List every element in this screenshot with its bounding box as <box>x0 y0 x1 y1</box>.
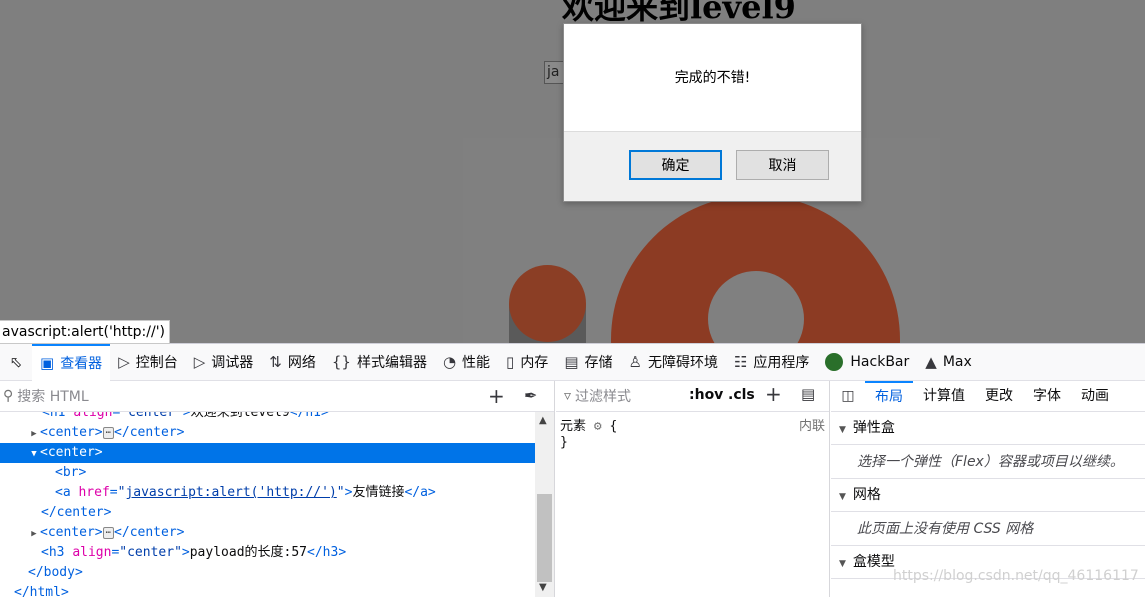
tab-animations[interactable]: 动画 <box>1071 381 1119 412</box>
tree-scrollbar[interactable]: ▲ ▼ <box>535 412 554 597</box>
tab-max[interactable]: ▲ Max <box>917 344 980 381</box>
chevron-down-icon: ▼ <box>839 425 846 435</box>
tree-line-a[interactable]: <a href="javascript:alert('http://')">友情… <box>0 483 535 503</box>
dom-tree: <h1 align="center">欢迎来到level9</h1> ▶ <cen… <box>0 412 535 597</box>
tab-network[interactable]: ⇅ 网络 <box>261 344 324 381</box>
storage-icon: ▤ <box>564 353 579 371</box>
tab-accessibility[interactable]: ♙ 无障碍环境 <box>621 344 726 381</box>
search-icon: ⚲ <box>3 388 14 404</box>
grid-message: 此页面上没有使用 CSS 网格 <box>831 512 1145 546</box>
max-icon: ▲ <box>925 353 937 371</box>
tree-line-center-selected[interactable]: ▼ <center> <box>0 443 535 463</box>
tree-line-center-1[interactable]: ▶ <center> ⋯ </center> <box>0 423 535 443</box>
ok-button[interactable]: 确定 <box>629 150 722 180</box>
print-simulation-icon[interactable]: ▤ <box>801 385 815 403</box>
cancel-button[interactable]: 取消 <box>736 150 829 180</box>
devtools-panel: ⬁ ▣ 查看器 ▷ 控制台 ▷ 调试器 ⇅ 网络 {} 样式编辑器 ◔ 性能 ▯ 内存 ▤ 存储… <box>0 343 1145 597</box>
scrollbar-thumb[interactable] <box>537 494 552 582</box>
element-rule-close: } <box>560 435 568 450</box>
collapse-icon[interactable]: ▼ <box>28 444 40 464</box>
gear-icon[interactable]: ⚙ <box>594 419 602 434</box>
tab-fonts[interactable]: 字体 <box>1023 381 1071 412</box>
tab-storage[interactable]: ▤ 存储 <box>556 344 620 381</box>
style-filter-input[interactable]: 过滤样式 <box>575 386 631 406</box>
accessibility-icon: ♙ <box>628 353 642 371</box>
page-viewport: 欢迎来到level9 ja 完成的不错! 确定 取消 <box>0 0 1145 343</box>
style-editor-icon: {} <box>331 353 351 371</box>
console-icon: ▷ <box>118 353 130 371</box>
html-search-input[interactable]: 搜索 HTML <box>17 386 88 406</box>
markup-view: ⚲ 搜索 HTML + ✒ <h1 align="center">欢迎来到lev… <box>0 381 555 597</box>
html-search-bar[interactable]: ⚲ 搜索 HTML + ✒ <box>0 381 554 412</box>
devtools-toolbar: ⬁ ▣ 查看器 ▷ 控制台 ▷ 调试器 ⇅ 网络 {} 样式编辑器 ◔ 性能 ▯ 内存 ▤ 存储… <box>0 343 1145 381</box>
tab-application[interactable]: ☷ 应用程序 <box>726 344 817 381</box>
tab-changes[interactable]: 更改 <box>975 381 1023 412</box>
alert-dialog: 完成的不错! 确定 取消 <box>563 23 862 202</box>
dialog-message: 完成的不错! <box>564 24 861 132</box>
chevron-down-icon: ▼ <box>839 559 846 569</box>
collapsed-ellipsis-icon[interactable]: ⋯ <box>102 426 115 439</box>
tab-memory[interactable]: ▯ 内存 <box>498 344 556 381</box>
tree-line-body-close[interactable]: </body> <box>0 563 535 583</box>
toggle-pane-icon[interactable]: ◫ <box>831 388 865 404</box>
add-rule-icon[interactable]: + <box>765 382 782 406</box>
payload-input[interactable]: ja <box>544 61 564 84</box>
expand-icon[interactable]: ▶ <box>28 524 40 544</box>
tab-layout[interactable]: 布局 <box>865 380 913 412</box>
inspector-icon: ▣ <box>40 354 55 372</box>
filter-icon: ▿ <box>564 388 572 404</box>
tab-inspector[interactable]: ▣ 查看器 <box>32 343 111 381</box>
section-grid[interactable]: ▼ 网格 <box>831 479 1145 512</box>
tab-console[interactable]: ▷ 控制台 <box>110 344 186 381</box>
hackbar-icon <box>825 353 844 371</box>
tree-line-h3[interactable]: <h3 align="center">payload的长度:57</h3> <box>0 543 535 563</box>
chevron-down-icon: ▼ <box>839 492 846 502</box>
tree-line-h1[interactable]: <h1 align="center">欢迎来到level9</h1> <box>0 412 535 423</box>
rules-view: ▿ 过滤样式 :hov .cls + ▤ 元素 ⚙ { } 内联 <box>556 381 830 597</box>
tree-line-center-2[interactable]: ▶ <center> ⋯ </center> <box>0 523 535 543</box>
tree-line-br[interactable]: <br> <box>0 463 535 483</box>
tree-line-center-close[interactable]: </center> <box>0 503 535 523</box>
expand-icon[interactable]: ▶ <box>28 424 40 444</box>
add-node-icon[interactable]: + <box>488 384 505 408</box>
tree-line-html-close[interactable]: </html> <box>0 583 535 597</box>
cls-toggle[interactable]: .cls <box>728 387 755 403</box>
ball-graphic <box>509 265 586 342</box>
collapsed-ellipsis-icon[interactable]: ⋯ <box>102 526 115 539</box>
section-flexbox[interactable]: ▼ 弹性盒 <box>831 412 1145 445</box>
sidebar-tabs: ◫ 布局 计算值 更改 字体 动画 <box>831 380 1145 412</box>
inline-label: 内联 <box>798 419 825 434</box>
tab-style-editor[interactable]: {} 样式编辑器 <box>324 344 435 381</box>
memory-icon: ▯ <box>506 353 515 371</box>
hov-toggle[interactable]: :hov <box>689 387 723 403</box>
tab-debugger[interactable]: ▷ 调试器 <box>186 344 262 381</box>
tab-hackbar[interactable]: HackBar <box>817 344 917 381</box>
eyedropper-icon[interactable]: ✒ <box>524 386 537 405</box>
flexbox-message: 选择一个弹性（Flex）容器或项目以继续。 <box>831 445 1145 479</box>
scroll-up-icon[interactable]: ▲ <box>539 415 547 426</box>
debugger-icon: ▷ <box>193 353 206 371</box>
tab-performance[interactable]: ◔ 性能 <box>435 344 498 381</box>
style-filter-bar[interactable]: ▿ 过滤样式 :hov .cls + ▤ <box>556 381 829 412</box>
status-bar-url: avascript:alert('http://') <box>0 320 171 344</box>
layout-sidebar: ◫ 布局 计算值 更改 字体 动画 ▼ 弹性盒 选择一个弹性（Flex）容器或项目… <box>831 380 1145 597</box>
element-rule[interactable]: 元素 ⚙ { <box>560 415 617 434</box>
watermark: https://blog.csdn.net/qq_46116117 <box>893 568 1139 584</box>
scroll-down-icon[interactable]: ▼ <box>539 582 547 593</box>
network-icon: ⇅ <box>269 353 282 371</box>
performance-icon: ◔ <box>442 353 457 371</box>
application-icon: ☷ <box>733 353 748 371</box>
element-picker-icon[interactable]: ⬁ <box>0 344 32 381</box>
tab-computed[interactable]: 计算值 <box>913 381 975 412</box>
